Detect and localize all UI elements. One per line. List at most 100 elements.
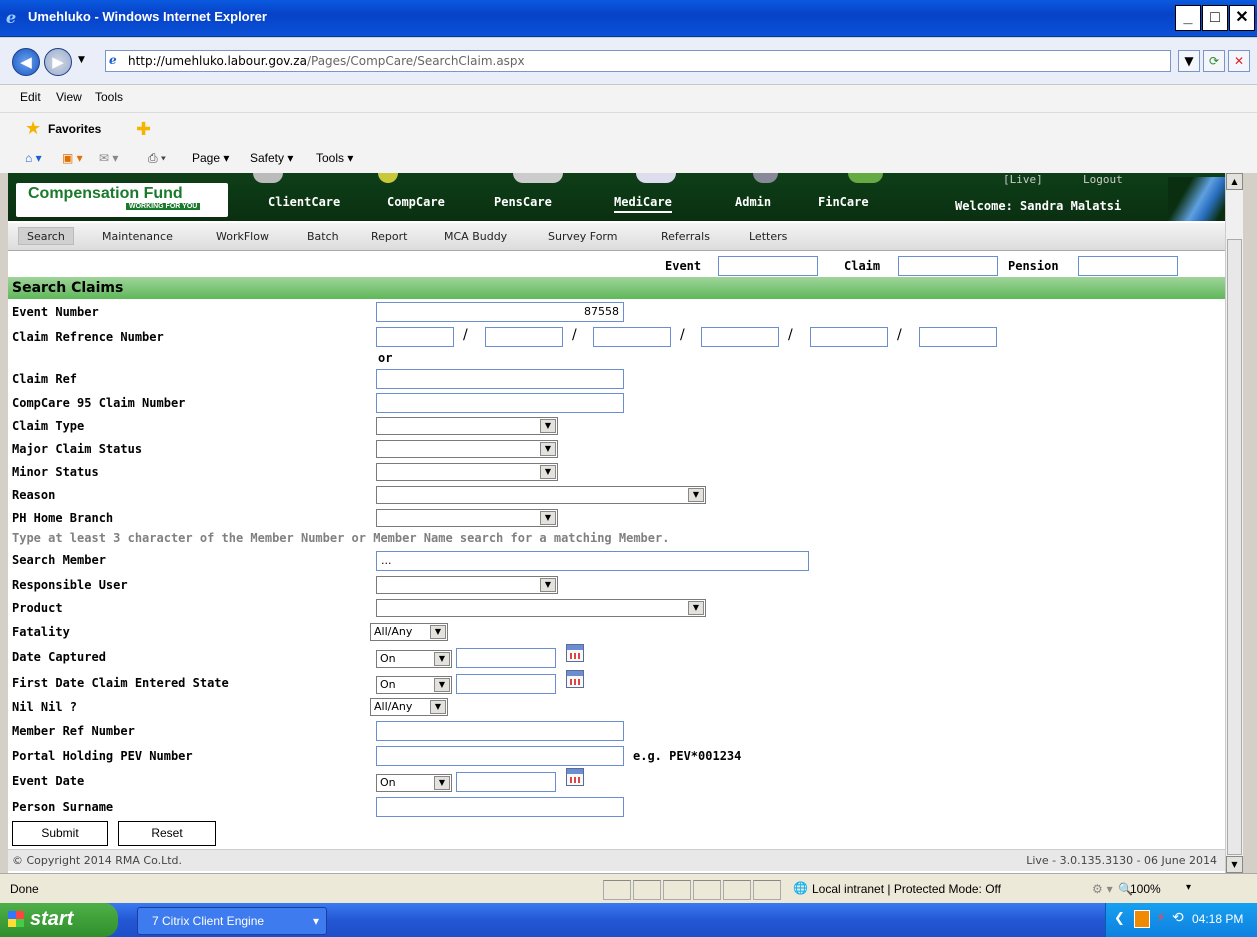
claim-ref-input[interactable] [376,369,624,389]
reason-select[interactable]: ▼ [376,486,706,504]
logout-link[interactable]: Logout [1083,173,1123,186]
chevron-down-icon[interactable]: ▼ [540,419,556,433]
tools-menu[interactable]: Tools ▾ [316,151,353,165]
subnav-referrals[interactable]: Referrals [661,230,710,243]
event-number-input[interactable]: 87558 [376,302,624,322]
page-menu[interactable]: Page ▾ [192,151,229,165]
mail-icon[interactable]: ✉ ▾ [99,151,118,165]
favorites-star-icon[interactable]: ★ [25,119,41,139]
quick-pension-input[interactable] [1078,256,1178,276]
favorites-button[interactable]: Favorites [48,122,101,136]
chevron-down-icon[interactable]: ▼ [430,700,446,714]
scroll-thumb[interactable] [1227,239,1242,855]
chevron-down-icon[interactable]: ▼ [430,625,446,639]
back-button[interactable]: ◀ [12,48,40,76]
portal-pev-input[interactable] [376,746,624,766]
member-ref-input[interactable] [376,721,624,741]
chevron-down-icon[interactable]: ▼ [540,442,556,456]
subnav-maintenance[interactable]: Maintenance [102,230,173,243]
claim-type-select[interactable]: ▼ [376,417,558,435]
address-dropdown-button[interactable]: ▼ [1178,50,1200,72]
ph-home-branch-select[interactable]: ▼ [376,509,558,527]
claim-ref-part-6[interactable] [919,327,997,347]
zoom-dropdown-icon[interactable]: ▾ [1186,882,1191,893]
date-captured-input[interactable] [456,648,556,668]
compcare95-input[interactable] [376,393,624,413]
first-date-input[interactable] [456,674,556,694]
calendar-icon[interactable] [566,768,584,786]
event-date-operator-select[interactable]: On ▼ [376,774,452,792]
reset-button[interactable]: Reset [118,821,216,846]
person-surname-input[interactable] [376,797,624,817]
chevron-down-icon[interactable]: ▼ [434,776,450,790]
minor-status-select[interactable]: ▼ [376,463,558,481]
first-date-operator-select[interactable]: On ▼ [376,676,452,694]
claim-ref-part-4[interactable] [701,327,779,347]
forward-button[interactable]: ▶ [44,48,72,76]
chevron-down-icon[interactable]: ▼ [434,652,450,666]
zoom-level[interactable]: 100% [1130,882,1161,896]
chevron-down-icon[interactable]: ▼ [540,465,556,479]
chevron-down-icon[interactable]: ▼ [688,601,704,615]
home-icon[interactable]: ⌂ ▾ [25,151,42,165]
taskbar-task-citrix[interactable]: 7 Citrix Client Engine ▾ [137,907,327,935]
security-zone[interactable]: Local intranet | Protected Mode: Off [812,882,1001,896]
responsible-user-select[interactable]: ▼ [376,576,558,594]
scroll-up-icon[interactable]: ▲ [1226,173,1243,190]
module-clientcare[interactable]: ClientCare [268,195,340,209]
tray-sync-icon[interactable]: ⟲ [1172,910,1184,926]
quick-event-input[interactable] [718,256,818,276]
subnav-search[interactable]: Search [18,227,74,245]
module-fincare[interactable]: FinCare [818,195,869,209]
subnav-report[interactable]: Report [371,230,407,243]
nil-nil-select[interactable]: All/Any ▼ [370,698,448,716]
print-icon[interactable]: ⎙ ▾ [148,151,166,166]
menu-edit[interactable]: Edit [20,90,41,104]
safety-menu[interactable]: Safety ▾ [250,151,293,165]
quick-claim-input[interactable] [898,256,998,276]
menu-tools[interactable]: Tools [95,90,123,104]
stop-button[interactable]: ✕ [1228,50,1250,72]
fatality-select[interactable]: All/Any ▼ [370,623,448,641]
claim-ref-part-2[interactable] [485,327,563,347]
major-claim-status-select[interactable]: ▼ [376,440,558,458]
minimize-button[interactable]: _ [1175,5,1201,31]
protected-mode-icon[interactable]: ⚙ ▾ [1092,882,1113,896]
chevron-down-icon[interactable]: ▼ [540,511,556,525]
scroll-down-icon[interactable]: ▼ [1226,856,1243,873]
add-favorite-icon[interactable]: ✚ [136,119,151,140]
refresh-button[interactable]: ⟳ [1203,50,1225,72]
close-button[interactable]: ✕ [1229,5,1255,31]
address-bar[interactable]: e http://umehluko.labour.gov.za/Pages/Co… [105,50,1171,72]
module-compcare[interactable]: CompCare [387,195,445,209]
claim-ref-part-5[interactable] [810,327,888,347]
tray-expand-icon[interactable]: ❮ [1114,911,1125,926]
chevron-down-icon[interactable]: ▼ [688,488,704,502]
subnav-workflow[interactable]: WorkFlow [216,230,269,243]
event-date-input[interactable] [456,772,556,792]
history-dropdown-icon[interactable]: ▼ [78,55,85,65]
claim-ref-part-1[interactable] [376,327,454,347]
module-penscare[interactable]: PensCare [494,195,552,209]
subnav-mca-buddy[interactable]: MCA Buddy [444,230,507,243]
module-admin[interactable]: Admin [735,195,771,209]
calendar-icon[interactable] [566,644,584,662]
page-scrollbar[interactable]: ▲ ▼ [1225,173,1243,873]
feeds-icon[interactable]: ▣ ▾ [62,151,83,165]
date-captured-operator-select[interactable]: On ▼ [376,650,452,668]
start-button[interactable]: start [0,903,118,937]
menu-view[interactable]: View [56,90,82,104]
subnav-batch[interactable]: Batch [307,230,339,243]
calendar-icon[interactable] [566,670,584,688]
chevron-down-icon[interactable]: ▼ [540,578,556,592]
tray-network-icon[interactable]: ⚡ [1156,910,1166,926]
module-medicare[interactable]: MediCare [614,195,672,213]
subnav-survey-form[interactable]: Survey Form [548,230,617,243]
maximize-button[interactable]: □ [1202,5,1228,31]
search-member-input[interactable]: ... [376,551,809,571]
compensation-fund-logo[interactable]: Compensation Fund WORKING FOR YOU [16,183,228,217]
chevron-down-icon[interactable]: ▼ [434,678,450,692]
submit-button[interactable]: Submit [12,821,108,846]
claim-ref-part-3[interactable] [593,327,671,347]
product-select[interactable]: ▼ [376,599,706,617]
